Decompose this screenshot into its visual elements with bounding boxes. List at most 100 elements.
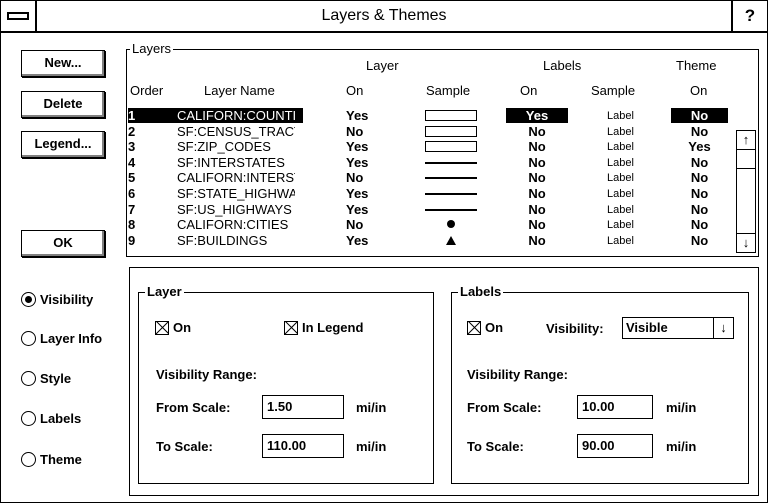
legend-button-label: Legend... [34,136,92,151]
row-theme-on[interactable]: No [671,233,728,248]
row-labels-on[interactable]: No [506,233,568,248]
header-labels: Labels [543,58,582,73]
layer-on-label: On [173,320,192,335]
row-theme-on[interactable]: Yes [671,139,728,154]
row-theme-on[interactable]: No [671,217,728,232]
row-labels-on[interactable]: No [506,202,568,217]
scroll-up-button[interactable]: ↑ [736,130,756,150]
header-theme-on: On [690,83,708,98]
labels-visibility-value: Visible [626,320,668,335]
labels-on-checkbox[interactable]: On [467,320,503,335]
header-theme: Theme [676,58,717,73]
radio-visibility[interactable]: Visibility [21,292,93,307]
layer-on-checkbox[interactable]: On [155,320,191,335]
row-label-sample: Label [607,219,634,232]
row-labels-on[interactable]: No [506,155,568,170]
row-layer-name: SF:US_HIGHWAYS [177,201,292,217]
labels-visibility-label: Visibility: [546,321,604,336]
radio-button-icon [21,331,36,346]
row-order: 4 [128,154,136,170]
row-layer-on[interactable]: Yes [346,139,368,154]
row-layer-on[interactable]: Yes [346,202,368,217]
radio-label: Layer Info [40,331,103,346]
row-layer-name: SF:ZIP_CODES [177,139,271,155]
in-legend-check-icon [284,320,298,335]
row-theme-on[interactable]: No [671,108,728,123]
delete-button[interactable]: Delete [21,91,105,118]
labels-on-label: On [485,320,504,335]
new-button-label: New... [44,55,82,70]
radio-button-icon [21,411,36,426]
layer-sample-line [425,177,477,180]
labels-on-check-icon [467,320,481,335]
row-labels-on[interactable]: No [506,124,568,139]
labels-from-scale-label: From Scale: [467,400,542,415]
row-layer-on[interactable]: Yes [346,155,368,170]
row-layer-name: CALIFORN:INTERST. [177,170,295,186]
radio-label: Theme [40,452,82,467]
labels-to-scale-input[interactable]: 90.00 [577,434,653,458]
title-bar: Layers & Themes ? [1,1,767,33]
layer-from-scale-label: From Scale: [156,400,231,415]
chevron-down-icon[interactable]: ↓ [713,318,733,338]
layers-themes-dialog: Layers & Themes ? New... Delete Legend..… [0,0,768,503]
window-title: Layers & Themes [321,7,447,24]
in-legend-label: In Legend [302,320,364,335]
row-theme-on[interactable]: No [671,202,728,217]
row-label-sample: Label [607,110,634,122]
radio-button-icon [21,452,36,467]
row-labels-on[interactable]: No [506,186,568,201]
row-layer-on[interactable]: Yes [346,108,368,123]
radio-layer-info[interactable]: Layer Info [21,331,102,346]
radio-button-icon [21,371,36,386]
legend-button[interactable]: Legend... [21,131,105,158]
row-layer-name: CALIFORN:CITIES [177,217,289,233]
scroll-down-button[interactable]: ↓ [736,233,756,253]
labels-visibility-select[interactable]: Visible ↓ [622,317,734,339]
row-labels-on[interactable]: Yes [506,108,568,123]
radio-labels[interactable]: Labels [21,411,81,426]
row-layer-on[interactable]: Yes [346,186,368,201]
row-order: 7 [128,201,136,217]
row-theme-on[interactable]: No [671,170,728,185]
system-menu-button[interactable] [1,1,37,31]
row-labels-on[interactable]: No [506,217,568,232]
row-label-sample: Label [607,172,634,185]
new-button[interactable]: New... [21,50,105,77]
scroll-thumb[interactable] [736,149,756,169]
labels-settings-label: Labels [458,284,504,299]
row-layer-on[interactable]: No [346,170,363,185]
radio-label: Visibility [40,292,94,307]
row-labels-on[interactable]: No [506,170,568,185]
in-legend-checkbox[interactable]: In Legend [284,320,363,335]
layer-to-unit: mi/in [356,439,387,454]
labels-to-unit: mi/in [666,439,697,454]
row-theme-on[interactable]: No [671,155,728,170]
labels-from-scale-input[interactable]: 10.00 [577,395,653,419]
layer-from-unit: mi/in [356,400,387,415]
scroll-up-icon: ↑ [742,132,750,147]
row-layer-on[interactable]: No [346,217,363,232]
ok-button[interactable]: OK [21,230,105,257]
row-layer-on[interactable]: Yes [346,233,368,248]
layer-list-scrollbar[interactable]: ↑ ↓ [736,130,756,253]
help-button[interactable]: ? [731,1,767,31]
layer-from-scale-input[interactable]: 1.50 [262,395,344,419]
row-theme-on[interactable]: No [671,186,728,201]
row-order: 5 [128,170,136,186]
row-layer-name: CALIFORN:COUNTIE [177,108,295,123]
layer-sample-line [425,193,477,195]
row-theme-on[interactable]: No [671,124,728,139]
layer-sample-box [425,141,477,153]
row-layer-name: SF:CENSUS_TRACT: [177,123,295,139]
layer-sample-box [425,110,477,121]
layer-to-scale-input[interactable]: 110.00 [262,434,344,458]
row-labels-on[interactable]: No [506,139,568,154]
header-layer-sample: Sample [426,83,471,98]
row-order: 3 [128,139,136,155]
row-layer-on[interactable]: No [346,124,363,139]
radio-style[interactable]: Style [21,371,71,386]
radio-theme[interactable]: Theme [21,452,82,467]
row-layer-name: SF:INTERSTATES [177,154,285,170]
delete-button-label: Delete [43,96,83,111]
